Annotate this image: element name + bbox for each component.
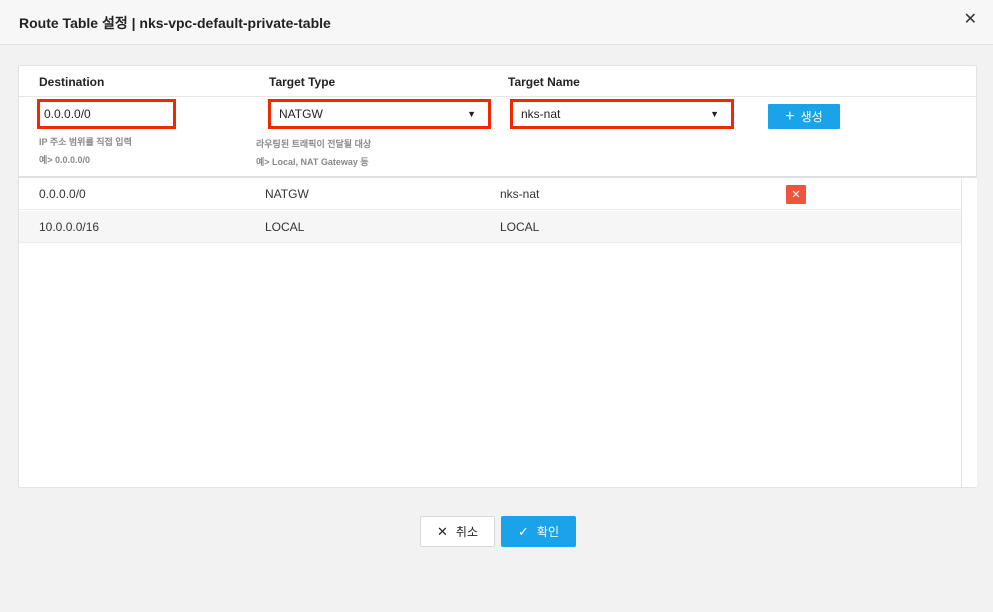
- route-table-panel: Destination Target Type Target Name IP 주…: [18, 65, 977, 488]
- delete-row-button[interactable]: ✕: [786, 185, 806, 204]
- target-type-selected: NATGW: [279, 107, 323, 121]
- cancel-button[interactable]: ✕ 취소: [420, 516, 495, 547]
- route-form: IP 주소 범위를 직접 입력 예> 0.0.0.0/0 NATGW ▼ 라우팅…: [19, 97, 976, 178]
- caret-down-icon: ▼: [467, 109, 476, 119]
- target-type-hint: 라우팅된 트래픽이 전달될 대상: [256, 139, 372, 149]
- destination-example: 예> 0.0.0.0/0: [39, 155, 91, 165]
- create-button-label: 생성: [800, 110, 823, 124]
- target-name-select[interactable]: nks-nat ▼: [510, 99, 734, 129]
- plus-icon: +: [785, 107, 795, 125]
- row-destination: 10.0.0.0/16: [39, 220, 100, 234]
- table-header: Destination Target Type Target Name: [19, 66, 976, 97]
- row-destination: 0.0.0.0/0: [39, 187, 86, 201]
- target-type-select[interactable]: NATGW ▼: [268, 99, 491, 129]
- destination-hint: IP 주소 범위를 직접 입력: [39, 137, 132, 147]
- destination-input[interactable]: [37, 99, 176, 129]
- close-icon[interactable]: ✕: [964, 12, 977, 28]
- row-target-type: NATGW: [265, 187, 309, 201]
- confirm-button-label: 확인: [536, 525, 559, 539]
- row-target-name: LOCAL: [500, 220, 540, 234]
- column-header-destination: Destination: [39, 75, 105, 89]
- route-list: 0.0.0.0/0 NATGW nks-nat ✕ 10.0.0.0/16 LO…: [19, 178, 962, 487]
- caret-down-icon: ▼: [710, 109, 719, 119]
- dialog-titlebar: Route Table 설정 | nks-vpc-default-private…: [0, 0, 993, 45]
- column-header-target-type: Target Type: [269, 75, 336, 89]
- close-icon: ✕: [791, 189, 801, 201]
- column-header-target-name: Target Name: [508, 75, 580, 89]
- dialog-title: Route Table 설정 | nks-vpc-default-private…: [19, 15, 331, 31]
- check-icon: ✓: [518, 524, 529, 539]
- table-row: 10.0.0.0/16 LOCAL LOCAL: [19, 211, 962, 243]
- target-name-selected: nks-nat: [521, 107, 561, 121]
- close-icon: ✕: [437, 524, 448, 539]
- target-type-example: 예> Local, NAT Gateway 등: [256, 157, 369, 167]
- row-target-name: nks-nat: [500, 187, 540, 201]
- confirm-button[interactable]: ✓ 확인: [501, 516, 576, 547]
- scrollbar[interactable]: [961, 178, 977, 487]
- cancel-button-label: 취소: [455, 525, 478, 539]
- row-target-type: LOCAL: [265, 220, 305, 234]
- create-button[interactable]: + 생성: [768, 104, 840, 129]
- table-row: 0.0.0.0/0 NATGW nks-nat ✕: [19, 178, 962, 210]
